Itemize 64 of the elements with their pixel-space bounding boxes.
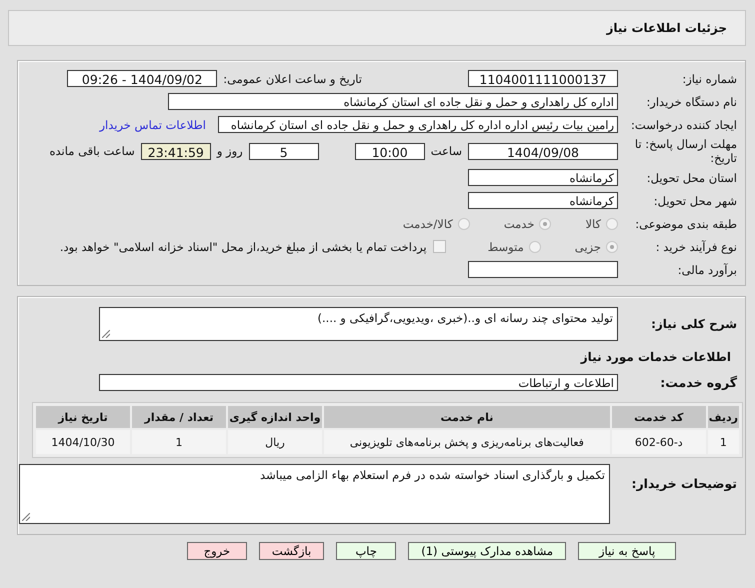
option-label: متوسط [488, 240, 524, 254]
field-label: ساعت [430, 144, 462, 158]
input-field[interactable]: 1404/09/08 [468, 142, 618, 160]
action-button[interactable]: بازگشت [258, 542, 324, 560]
radio-button[interactable] [539, 218, 552, 230]
input-field[interactable]: رامین بیات رئیس اداره اداره کل راهداری و حمل و نقل جاده ای استان کرمانشاه [218, 116, 618, 133]
input-field[interactable]: کرمانشاه [468, 169, 618, 186]
action-button[interactable]: خروج [186, 542, 247, 560]
field-label: برآورد مالی: [676, 262, 737, 276]
action-button[interactable]: مشاهده مدارک پیوستی (1) [408, 542, 566, 560]
table-cell: 1404/10/30 [36, 430, 130, 454]
option-label: جزیی [574, 240, 601, 254]
action-button[interactable]: چاپ [336, 542, 396, 560]
field-label: روز و [216, 144, 243, 158]
checkbox[interactable] [432, 240, 446, 253]
field-label: توضیحات خریدار: [630, 476, 737, 491]
column-header: واحد اندازه گیری [228, 406, 322, 428]
field-label: شهر محل تحویل: [652, 194, 737, 208]
table-cell: د-60-602 [612, 430, 706, 454]
field-label: گروه خدمت: [659, 374, 737, 390]
field-label: مهلت ارسال پاسخ: تا تاریخ: [634, 137, 737, 165]
section-heading: اطلاعات خدمات مورد نیاز [580, 350, 731, 364]
radio-button[interactable] [528, 240, 541, 252]
contact-link[interactable]: اطلاعات تماس خریدار [99, 118, 206, 132]
input-field[interactable]: 1404/09/02 - 09:26 [67, 70, 218, 87]
field-label: نام دستگاه خریدار: [645, 94, 737, 108]
resize-grip-icon [22, 513, 30, 521]
description-field[interactable]: تولید محتوای چند رسانه ای و..(خبری ،ویدیویی،گرافیکی و ....) [99, 307, 618, 341]
field-label: نوع فرآیند خرید : [654, 240, 737, 254]
table-cell: فعالیت‌های برنامه‌ریزی و پخش برنامه‌های تلویزیونی [324, 430, 610, 454]
column-header: تعداد / مقدار [132, 406, 226, 428]
input-field[interactable]: 10:00 [354, 142, 425, 160]
option-label: کالا [585, 216, 601, 230]
field-label: استان محل تحویل: [646, 170, 737, 184]
resize-grip-icon [102, 330, 110, 338]
payment-note: پرداخت تمام یا بخشی از مبلغ خرید،از محل "اسناد خزانه اسلامی" خواهد بود. [60, 240, 427, 254]
input-field[interactable]: اطلاعات و ارتباطات [99, 374, 618, 390]
column-header: کد خدمت [612, 406, 706, 428]
field-label: شماره نیاز: [681, 72, 737, 86]
field-label: شرح کلی نیاز: [650, 317, 737, 331]
notes-field[interactable]: تکمیل و بارگذاری اسناد خواسته شده در فرم استعلام بهاء الزامی میباشد [19, 464, 610, 524]
radio-button[interactable] [606, 218, 618, 230]
input-field[interactable] [468, 261, 618, 278]
field-label: تاریخ و ساعت اعلان عمومی: [223, 72, 362, 86]
field-label: ساعت باقی مانده [50, 144, 135, 158]
action-button[interactable]: پاسخ به نیاز [578, 542, 676, 560]
option-label: کالا/خدمت [402, 216, 453, 230]
countdown-timer: 23:41:59 [140, 142, 211, 160]
column-header: تاریخ نیاز [36, 406, 130, 428]
input-field[interactable]: کرمانشاه [468, 192, 618, 209]
column-header: ردیف [708, 406, 739, 428]
input-field[interactable]: 5 [248, 142, 319, 160]
input-field[interactable]: اداره کل راهداری و حمل و نقل جاده ای استان کرمانشاه [168, 93, 618, 110]
page-title: جزئیات اطلاعات نیاز [606, 21, 727, 35]
input-field[interactable]: 1104001111000137 [468, 70, 618, 87]
column-header: نام خدمت [324, 406, 610, 428]
table-cell: 1 [708, 430, 739, 454]
radio-button[interactable] [606, 240, 618, 252]
table-cell: ریال [228, 430, 322, 454]
table-cell: 1 [132, 430, 226, 454]
field-label: ایجاد کننده درخواست: [630, 118, 737, 132]
radio-button[interactable] [458, 218, 470, 230]
option-label: خدمت [504, 216, 534, 230]
field-label: طبقه بندی موضوعی: [634, 216, 737, 230]
